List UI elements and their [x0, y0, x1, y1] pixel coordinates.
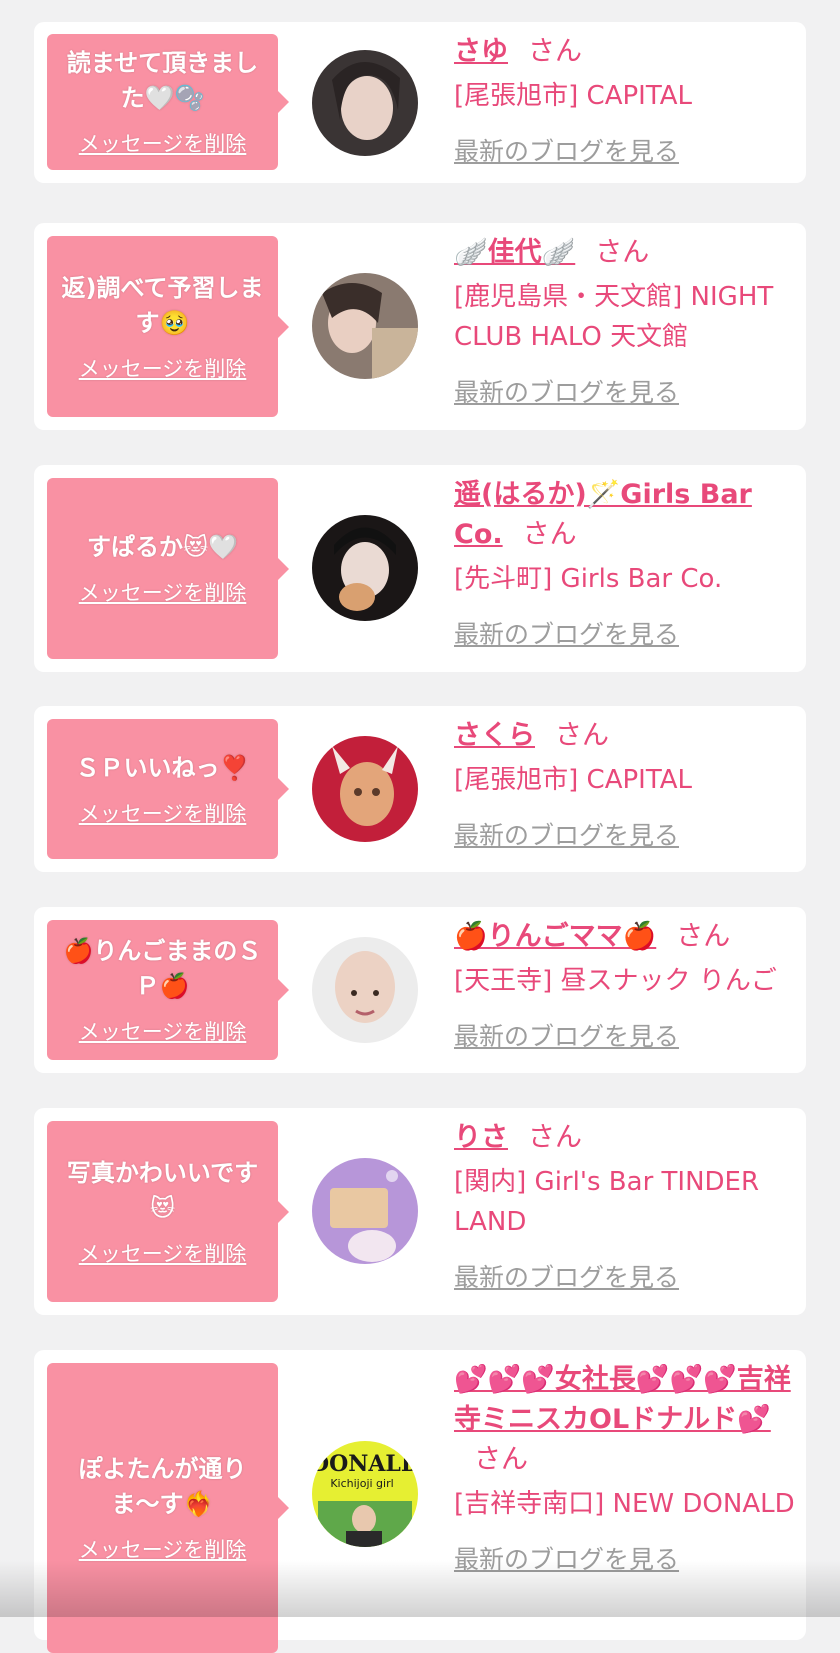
avatar[interactable] — [312, 1158, 418, 1264]
message-text: ＳＰいいねっ❣️ — [75, 753, 250, 782]
message-bubble: 返)調べて予習します🥹 メッセージを削除 — [47, 236, 289, 417]
delete-message-link[interactable]: メッセージを削除 — [79, 798, 247, 828]
cast-name-link[interactable]: さゆ — [454, 36, 508, 67]
latest-blog-link[interactable]: 最新のブログを見る — [454, 1017, 679, 1053]
message-text: 写真かわいいです😻 — [66, 1158, 259, 1222]
message-bubble: 読ませて頂きました🤍🫧 メッセージを削除 — [47, 34, 289, 170]
cast-name-link[interactable]: 💕💕💕女社長💕💕💕吉祥寺ミニスカOLドナルド💕 — [454, 1364, 791, 1435]
message-text: 🍎りんごままのＳＰ🍎 — [63, 937, 262, 1000]
message-text: ぽよたんが通りま〜す❤️‍🔥 — [78, 1455, 247, 1518]
message-card: 返)調べて予習します🥹 メッセージを削除 🪽佳代🪽 さん [鹿児島県・天文館] N… — [34, 223, 806, 430]
message-bubble: ＳＰいいねっ❣️ メッセージを削除 — [47, 719, 289, 859]
cast-name-link[interactable]: さくら — [454, 720, 535, 751]
delete-message-link[interactable]: メッセージを削除 — [79, 1016, 247, 1046]
avatar[interactable] — [312, 736, 418, 842]
delete-message-link[interactable]: メッセージを削除 — [79, 128, 247, 158]
avatar-logo-text: DONALD — [312, 1451, 418, 1477]
cast-name-link[interactable]: 🪽佳代🪽 — [454, 237, 575, 268]
message-bubble: すぱるか😻🤍 メッセージを削除 — [47, 478, 289, 659]
avatar[interactable] — [312, 50, 418, 156]
message-bubble: 🍎りんごままのＳＰ🍎 メッセージを削除 — [47, 920, 289, 1060]
cast-name-link[interactable]: 遥(はるか)🪄Girls Bar Co. — [454, 479, 752, 550]
message-card: 読ませて頂きました🤍🫧 メッセージを削除 さゆ さん [尾張旭市] CAPITAL… — [34, 22, 806, 183]
cast-name-link[interactable]: りさ — [454, 1122, 508, 1153]
latest-blog-link[interactable]: 最新のブログを見る — [454, 615, 679, 651]
message-card: すぱるか😻🤍 メッセージを削除 遥(はるか)🪄Girls Bar Co. さん [… — [34, 465, 806, 672]
latest-blog-link[interactable]: 最新のブログを見る — [454, 816, 679, 852]
honorific: さん — [528, 1122, 582, 1153]
delete-message-link[interactable]: メッセージを削除 — [79, 1534, 247, 1564]
honorific: さん — [555, 720, 609, 751]
shop-label: [天王寺] 昼スナック りんご — [454, 966, 777, 996]
avatar[interactable]: DONALD Kichijoji girl — [312, 1441, 418, 1547]
message-card: 🍎りんごままのＳＰ🍎 メッセージを削除 🍎りんごママ🍎 さん [天王寺] 昼スナッ… — [34, 907, 806, 1073]
shop-label: [鹿児島県・天文館] NIGHT CLUB HALO 天文館 — [454, 282, 774, 352]
honorific: さん — [676, 921, 731, 952]
latest-blog-link[interactable]: 最新のブログを見る — [454, 1540, 679, 1576]
message-card: ＳＰいいねっ❣️ メッセージを削除 さくら さん [尾張旭市] CAPITAL 最… — [34, 706, 806, 872]
message-card: 写真かわいいです😻 メッセージを削除 りさ さん [関内] Girl's Bar … — [34, 1108, 806, 1315]
message-card: ぽよたんが通りま〜す❤️‍🔥 メッセージを削除 DONALD Kichijoji… — [34, 1350, 806, 1653]
delete-message-link[interactable]: メッセージを削除 — [79, 577, 247, 607]
shop-label: [吉祥寺南口] NEW DONALD — [454, 1489, 795, 1519]
honorific: さん — [474, 1444, 528, 1475]
delete-message-link[interactable]: メッセージを削除 — [79, 1238, 247, 1268]
avatar-logo-subtext: Kichijoji girl — [330, 1477, 393, 1490]
latest-blog-link[interactable]: 最新のブログを見る — [454, 132, 679, 168]
honorific: さん — [528, 36, 582, 67]
delete-message-link[interactable]: メッセージを削除 — [79, 353, 247, 383]
message-bubble: ぽよたんが通りま〜す❤️‍🔥 メッセージを削除 — [47, 1363, 289, 1653]
message-text: すぱるか😻🤍 — [87, 533, 238, 561]
message-list: 読ませて頂きました🤍🫧 メッセージを削除 さゆ さん [尾張旭市] CAPITAL… — [0, 0, 840, 1653]
cast-name-link[interactable]: 🍎りんごママ🍎 — [454, 921, 656, 952]
shop-label: [関内] Girl's Bar TINDER LAND — [454, 1167, 760, 1237]
honorific: さん — [522, 519, 577, 550]
message-bubble: 写真かわいいです😻 メッセージを削除 — [47, 1121, 289, 1302]
latest-blog-link[interactable]: 最新のブログを見る — [454, 373, 679, 409]
honorific: さん — [595, 237, 650, 268]
latest-blog-link[interactable]: 最新のブログを見る — [454, 1258, 679, 1294]
avatar[interactable] — [312, 273, 418, 379]
message-text: 返)調べて予習します🥹 — [61, 273, 264, 337]
message-text: 読ませて頂きました🤍🫧 — [66, 49, 259, 112]
shop-label: [先斗町] Girls Bar Co. — [454, 564, 723, 594]
avatar[interactable] — [312, 937, 418, 1043]
avatar[interactable] — [312, 515, 418, 621]
shop-label: [尾張旭市] CAPITAL — [454, 765, 692, 795]
shop-label: [尾張旭市] CAPITAL — [454, 81, 692, 111]
